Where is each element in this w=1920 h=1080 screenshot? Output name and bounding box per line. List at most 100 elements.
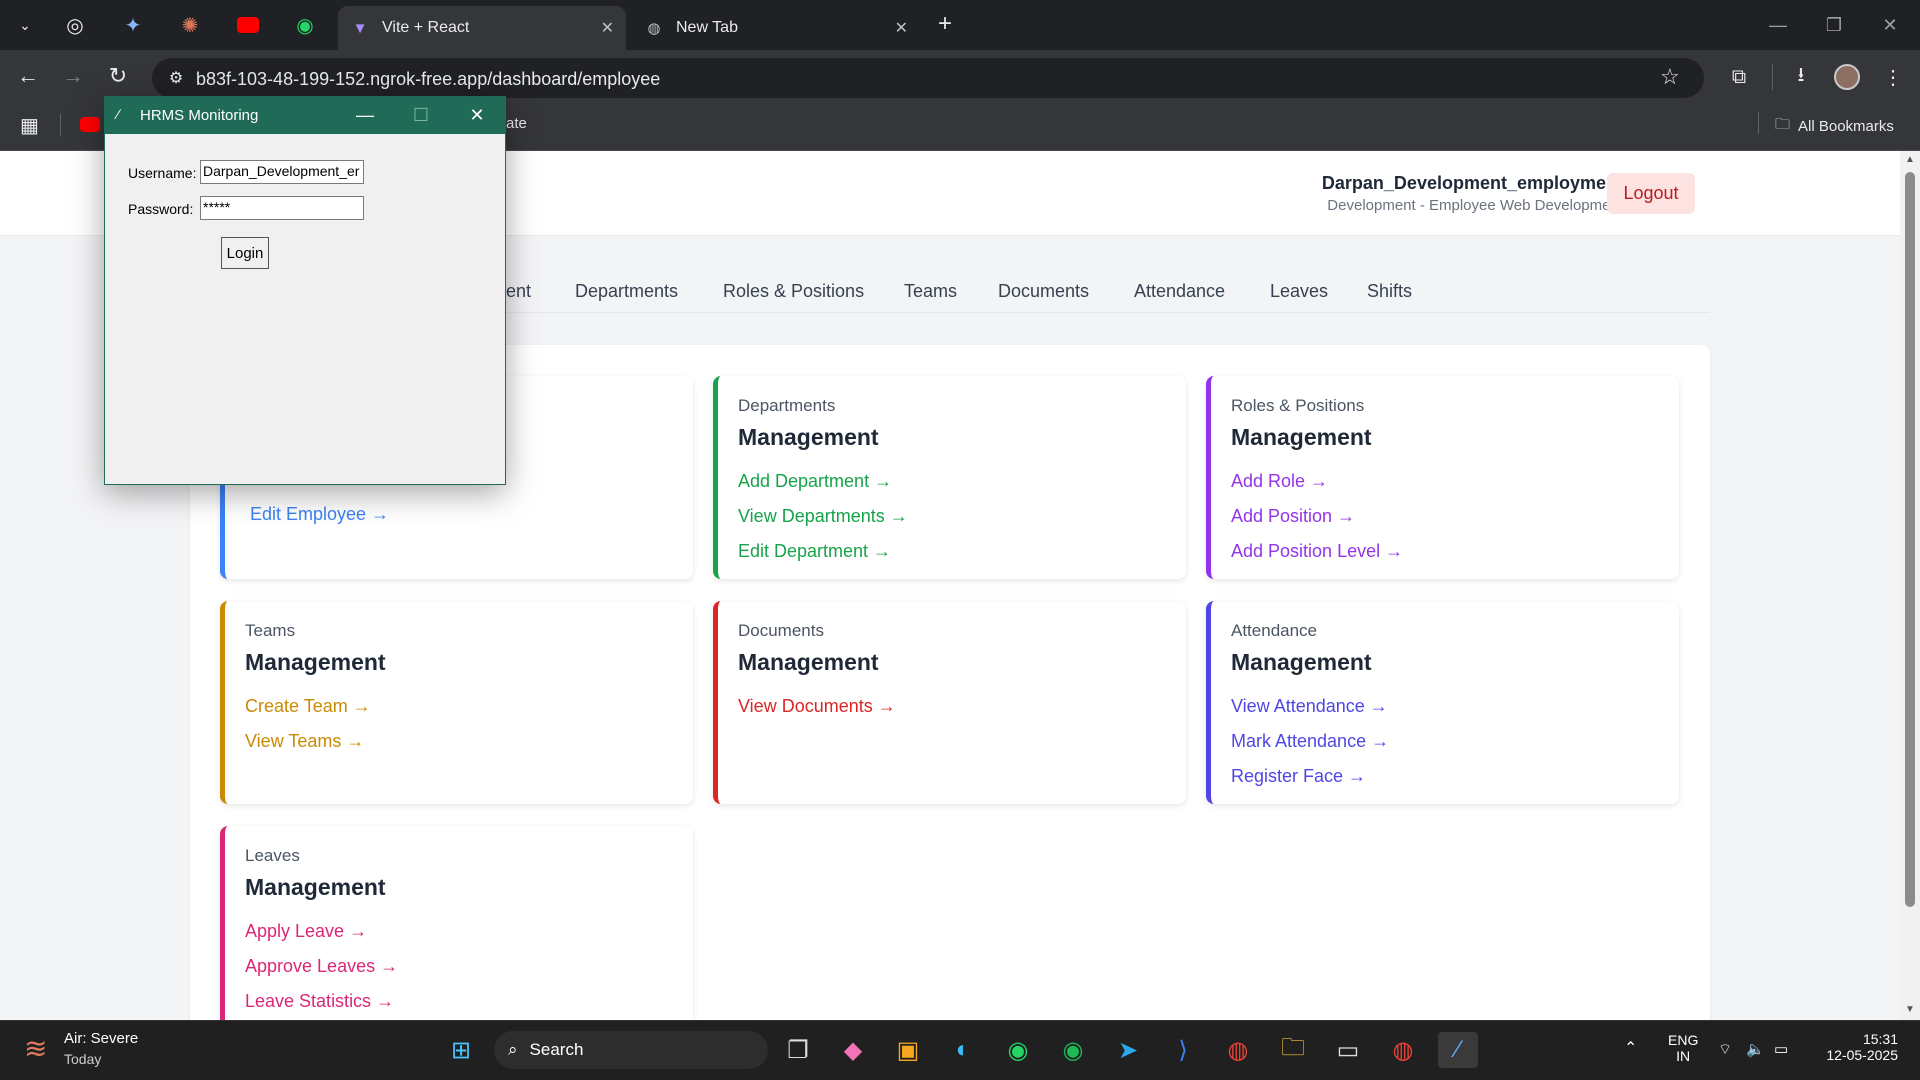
microsoft-store-icon[interactable]: ▣	[888, 1032, 928, 1068]
whatsapp-icon[interactable]: ◉	[998, 1032, 1038, 1068]
add-role-link[interactable]: Add Role →	[1231, 464, 1679, 499]
all-bookmarks[interactable]: 🗀 All Bookmarks	[1775, 114, 1894, 139]
wifi-icon[interactable]: ⌔	[1718, 1040, 1732, 1059]
url-text[interactable]: b83f-103-48-199-152.ngrok-free.app/dashb…	[196, 69, 660, 90]
site-info-icon[interactable]: ⚙	[164, 66, 188, 90]
clock[interactable]: 15:31 12-05-2025	[1818, 1031, 1898, 1063]
add-position-level-link[interactable]: Add Position Level →	[1231, 534, 1679, 569]
register-face-link[interactable]: Register Face →	[1231, 759, 1679, 794]
reload-icon[interactable]: ↻	[100, 60, 136, 92]
close-window-icon[interactable]: ✕	[1862, 8, 1918, 42]
leave-statistics-link[interactable]: Leave Statistics →	[245, 984, 693, 1019]
weather-icon[interactable]: ≋	[24, 1032, 47, 1065]
menu-icon[interactable]: ⋮	[1878, 62, 1908, 92]
nav-item-leaves[interactable]: Leaves	[1270, 281, 1328, 302]
pinned-tab-chatgpt[interactable]: ◎	[55, 10, 95, 40]
volume-icon[interactable]: 🔈	[1746, 1040, 1765, 1058]
close-tab-icon[interactable]: ✕	[895, 18, 908, 38]
minimize-icon[interactable]: —	[1750, 8, 1806, 42]
youtube-bookmark-icon[interactable]	[80, 117, 100, 132]
add-department-link[interactable]: Add Department →	[738, 464, 1186, 499]
forward-icon[interactable]: →	[55, 60, 91, 92]
dialog-titlebar[interactable]: ∕ HRMS Monitoring — ☐ ✕	[105, 97, 505, 134]
dialog-close-icon[interactable]: ✕	[449, 97, 505, 134]
vite-icon: ▼	[352, 19, 368, 37]
nav-item-employee[interactable]: ent	[506, 281, 531, 302]
card-category: Teams	[245, 621, 296, 640]
logout-button[interactable]: Logout	[1607, 173, 1695, 214]
user-department: Development - Employee Web Development	[1327, 197, 1623, 214]
pinned-tab-youtube[interactable]	[228, 10, 268, 40]
user-name: Darpan_Development_employment	[1321, 173, 1623, 193]
pinned-tab-claude[interactable]: ✺	[170, 10, 210, 40]
scrollbar-thumb[interactable]	[1905, 172, 1915, 907]
scroll-down-icon[interactable]: ▼	[1905, 1004, 1915, 1015]
bookmark-partial[interactable]: ate	[506, 115, 527, 132]
username-field[interactable]: Darpan_Development_er	[200, 160, 364, 184]
scroll-up-icon[interactable]: ▲	[1905, 154, 1915, 165]
view-attendance-link[interactable]: View Attendance →	[1231, 689, 1679, 724]
extensions-icon[interactable]: ⧉	[1724, 62, 1754, 92]
dialog-maximize-icon[interactable]: ☐	[393, 97, 449, 134]
weather-title[interactable]: Air: Severe	[64, 1030, 138, 1047]
dialog-minimize-icon[interactable]: —	[337, 97, 393, 134]
nav-item-roles-positions[interactable]: Roles & Positions	[723, 281, 864, 302]
new-tab-icon[interactable]: +	[938, 10, 952, 38]
nav-item-documents[interactable]: Documents	[998, 281, 1089, 302]
taskbar-search[interactable]: ⌕ Search	[494, 1031, 768, 1069]
create-team-link[interactable]: Create Team →	[245, 689, 693, 724]
spotify-icon[interactable]: ◉	[1053, 1032, 1093, 1068]
card-category: Attendance	[1231, 621, 1318, 640]
tray-overflow-icon[interactable]: ⌃	[1624, 1038, 1637, 1058]
close-tab-icon[interactable]: ✕	[601, 18, 614, 38]
tab-search-icon[interactable]: ⌄	[5, 10, 45, 40]
python-feather-icon[interactable]: ∕	[1438, 1032, 1478, 1068]
edit-department-link[interactable]: Edit Department →	[738, 534, 1186, 569]
telegram-icon[interactable]: ➤	[1108, 1032, 1148, 1068]
file-explorer-icon[interactable]: 🗀	[1273, 1032, 1313, 1068]
login-button[interactable]: Login	[221, 237, 269, 269]
back-icon[interactable]: ←	[10, 60, 46, 92]
restore-icon[interactable]: ❐	[1806, 8, 1862, 42]
terminal-icon[interactable]: ▭	[1328, 1032, 1368, 1068]
nav-item-departments[interactable]: Departments	[575, 281, 678, 302]
battery-icon[interactable]: ▭	[1774, 1040, 1788, 1058]
view-departments-link[interactable]: View Departments →	[738, 499, 1186, 534]
bookmark-star-icon[interactable]: ☆	[1660, 64, 1680, 90]
password-field[interactable]: *****	[200, 196, 364, 220]
view-documents-link[interactable]: View Documents →	[738, 689, 1186, 724]
tab-new-tab[interactable]: ◍ New Tab ✕	[632, 6, 920, 50]
profile-avatar[interactable]	[1832, 62, 1862, 92]
nav-item-shifts[interactable]: Shifts	[1367, 281, 1412, 302]
nav-item-attendance[interactable]: Attendance	[1134, 281, 1225, 302]
teams-card: Teams Management Create Team → View Team…	[220, 601, 693, 804]
view-teams-link[interactable]: View Teams →	[245, 724, 693, 759]
roles-positions-card: Roles & Positions Management Add Role → …	[1206, 376, 1679, 579]
vscode-icon[interactable]: ⟩	[1163, 1032, 1203, 1068]
pinned-tab-whatsapp[interactable]: ◉	[285, 10, 325, 40]
approve-leaves-link[interactable]: Approve Leaves →	[245, 949, 693, 984]
apps-grid-icon[interactable]: ▦	[20, 113, 39, 138]
edit-employee-link[interactable]: Edit Employee →	[250, 497, 389, 532]
task-view-icon[interactable]: ❐	[778, 1032, 818, 1068]
start-icon[interactable]: ⊞	[441, 1032, 481, 1068]
edge-icon[interactable]: ◐	[943, 1032, 983, 1068]
card-title: Management	[738, 649, 879, 675]
apply-leave-link[interactable]: Apply Leave →	[245, 914, 693, 949]
copilot-icon[interactable]: ◆	[833, 1032, 873, 1068]
download-icon[interactable]: ⭳	[1786, 62, 1816, 92]
tab-vite-react[interactable]: ▼ Vite + React ✕	[338, 6, 626, 50]
clock-date: 12-05-2025	[1826, 1047, 1898, 1063]
chrome-profile-icon[interactable]: ◍	[1383, 1032, 1423, 1068]
search-label: Search	[529, 1040, 584, 1059]
add-position-link[interactable]: Add Position →	[1231, 499, 1679, 534]
chrome-icon[interactable]: ◍	[1218, 1032, 1258, 1068]
pinned-tab-gemini[interactable]: ✦	[113, 10, 153, 40]
mark-attendance-link[interactable]: Mark Attendance →	[1231, 724, 1679, 759]
language-indicator[interactable]: ENG IN	[1668, 1032, 1698, 1064]
nav-item-teams[interactable]: Teams	[904, 281, 957, 302]
all-bookmarks-label: All Bookmarks	[1798, 118, 1894, 135]
departments-card: Departments Management Add Department → …	[713, 376, 1186, 579]
documents-card: Documents Management View Documents →	[713, 601, 1186, 804]
chrome-icon: ◍	[647, 20, 661, 37]
